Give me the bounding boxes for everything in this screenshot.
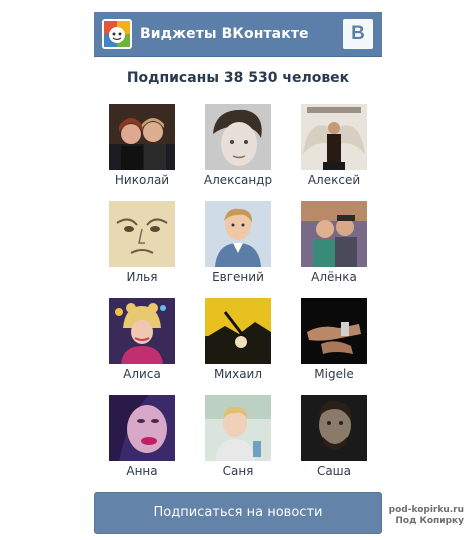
member-name: Алиса	[123, 367, 161, 381]
member-name: Анна	[126, 464, 158, 478]
member-item[interactable]: Николай	[102, 104, 182, 187]
member-name: Евгений	[212, 270, 264, 284]
member-avatar[interactable]	[205, 395, 271, 461]
member-avatar[interactable]	[205, 298, 271, 364]
member-avatar[interactable]	[301, 201, 367, 267]
member-avatar[interactable]	[109, 201, 175, 267]
member-avatar[interactable]	[109, 104, 175, 170]
member-name: Саня	[222, 464, 254, 478]
vk-logo-icon[interactable]: В	[343, 19, 373, 49]
member-item[interactable]: Алиса	[102, 298, 182, 381]
subscribers-count: Подписаны 38 530 человек	[126, 70, 350, 86]
member-avatar[interactable]	[301, 395, 367, 461]
member-avatar[interactable]	[109, 298, 175, 364]
member-avatar[interactable]	[205, 201, 271, 267]
member-avatar[interactable]	[205, 104, 271, 170]
member-name: Migele	[314, 367, 354, 381]
member-name: Саша	[316, 464, 352, 478]
member-item[interactable]: Саня	[198, 395, 278, 478]
member-name: Александр	[203, 173, 273, 187]
watermark: pod-kopirku.ru Под Копирку	[389, 505, 464, 527]
watermark-line-1: pod-kopirku.ru	[388, 505, 464, 515]
member-name: Михаил	[213, 367, 263, 381]
member-item[interactable]: Александр	[198, 104, 278, 187]
subscribe-button[interactable]: Подписаться на новости	[94, 492, 382, 534]
watermark-line-2: Под Копирку	[395, 516, 464, 526]
member-item[interactable]: Анна	[102, 395, 182, 478]
member-item[interactable]: Илья	[102, 201, 182, 284]
vk-widget: Виджеты ВКонтакте В Подписаны 38 530 чел…	[94, 12, 382, 534]
header-title: Виджеты ВКонтакте	[140, 26, 309, 42]
member-item[interactable]: Алексей	[294, 104, 374, 187]
member-item[interactable]: Евгений	[198, 201, 278, 284]
member-item[interactable]: Саша	[294, 395, 374, 478]
widget-header: Виджеты ВКонтакте В	[94, 12, 382, 57]
member-avatar[interactable]	[301, 298, 367, 364]
member-name: Алексей	[307, 173, 361, 187]
member-avatar[interactable]	[109, 395, 175, 461]
widgets-app-icon[interactable]	[102, 19, 132, 49]
member-name: Алёнка	[311, 270, 357, 284]
member-name: Николай	[114, 173, 170, 187]
member-avatar[interactable]	[301, 104, 367, 170]
member-item[interactable]: Алёнка	[294, 201, 374, 284]
member-item[interactable]: Михаил	[198, 298, 278, 381]
member-name: Илья	[126, 270, 158, 284]
member-item[interactable]: Migele	[294, 298, 374, 381]
